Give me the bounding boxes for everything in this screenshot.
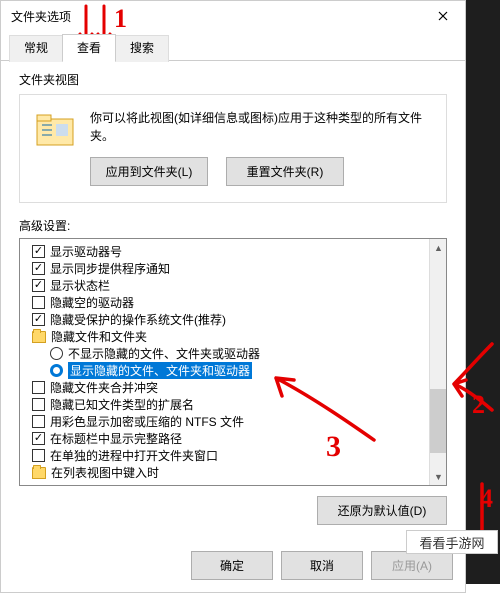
- radio-icon: [50, 347, 63, 360]
- scroll-thumb[interactable]: [430, 389, 446, 453]
- opt-dont-show-hidden[interactable]: 不显示隐藏的文件、文件夹或驱动器: [26, 345, 429, 362]
- radio-icon: [50, 364, 63, 377]
- checkbox-icon: [32, 313, 45, 326]
- checkbox-icon: [32, 398, 45, 411]
- opt-show-status-bar[interactable]: 显示状态栏: [26, 277, 429, 294]
- cancel-button[interactable]: 取消: [281, 551, 363, 580]
- titlebar: 文件夹选项: [1, 1, 465, 31]
- folder-icon: [34, 109, 76, 151]
- checkbox-icon: [32, 245, 45, 258]
- checkbox-icon: [32, 296, 45, 309]
- opt-hide-empty-drives[interactable]: 隐藏空的驱动器: [26, 294, 429, 311]
- tab-view[interactable]: 查看: [62, 34, 116, 61]
- dialog-footer: 确定 取消 应用(A): [1, 543, 465, 592]
- checkbox-icon: [32, 381, 45, 394]
- opt-hide-protected-os-files[interactable]: 隐藏受保护的操作系统文件(推荐): [26, 311, 429, 328]
- restore-defaults-button[interactable]: 还原为默认值(D): [317, 496, 447, 525]
- opt-separate-process[interactable]: 在单独的进程中打开文件夹窗口: [26, 447, 429, 464]
- reset-folders-button[interactable]: 重置文件夹(R): [226, 157, 344, 186]
- opt-title-full-path[interactable]: 在标题栏中显示完整路径: [26, 430, 429, 447]
- checkbox-icon: [32, 449, 45, 462]
- advanced-settings-label: 高级设置:: [19, 217, 447, 234]
- opt-color-ntfs[interactable]: 用彩色显示加密或压缩的 NTFS 文件: [26, 413, 429, 430]
- checkbox-icon: [32, 279, 45, 292]
- tab-content: 文件夹视图 你可以将此视图(如详细信息或图标)应用于这种类型的所有文件夹。 应用…: [1, 61, 465, 543]
- close-icon: [438, 11, 448, 21]
- folder-options-dialog: 文件夹选项 常规 查看 搜索 文件夹视图 你可以将此视图(如详细信息或图标)应用…: [0, 0, 466, 593]
- watermark-label: 看看手游网: [406, 530, 498, 554]
- folder-group-icon: [32, 331, 46, 343]
- checkbox-icon: [32, 415, 45, 428]
- tab-general[interactable]: 常规: [9, 35, 63, 62]
- vertical-scrollbar[interactable]: ▲ ▼: [429, 239, 446, 485]
- checkbox-icon: [32, 432, 45, 445]
- settings-tree[interactable]: 显示驱动器号 显示同步提供程序通知 显示状态栏 隐藏空的驱动器 隐藏受保护的操作…: [20, 239, 429, 485]
- ok-button[interactable]: 确定: [191, 551, 273, 580]
- folder-views-desc: 你可以将此视图(如详细信息或图标)应用于这种类型的所有文件夹。: [90, 109, 432, 145]
- opt-show-drive-letters[interactable]: 显示驱动器号: [26, 243, 429, 260]
- folder-group-icon: [32, 467, 46, 479]
- tab-search[interactable]: 搜索: [115, 35, 169, 62]
- opt-hide-merge-conflict[interactable]: 隐藏文件夹合并冲突: [26, 379, 429, 396]
- opt-show-hidden[interactable]: 显示隐藏的文件、文件夹和驱动器: [26, 362, 429, 379]
- opt-hide-extensions[interactable]: 隐藏已知文件类型的扩展名: [26, 396, 429, 413]
- group-hidden-files[interactable]: 隐藏文件和文件夹: [26, 328, 429, 345]
- folder-views-box: 你可以将此视图(如详细信息或图标)应用于这种类型的所有文件夹。 应用到文件夹(L…: [19, 94, 447, 203]
- close-button[interactable]: [421, 1, 465, 31]
- opt-sync-provider-notify[interactable]: 显示同步提供程序通知: [26, 260, 429, 277]
- apply-to-folders-button[interactable]: 应用到文件夹(L): [90, 157, 208, 186]
- tab-strip: 常规 查看 搜索: [1, 33, 465, 61]
- scroll-up-icon[interactable]: ▲: [430, 239, 447, 256]
- dialog-title: 文件夹选项: [11, 8, 71, 25]
- advanced-settings-box: 显示驱动器号 显示同步提供程序通知 显示状态栏 隐藏空的驱动器 隐藏受保护的操作…: [19, 238, 447, 486]
- apply-button[interactable]: 应用(A): [371, 551, 453, 580]
- group-typing-in-list[interactable]: 在列表视图中键入时: [26, 464, 429, 481]
- folder-views-label: 文件夹视图: [19, 71, 447, 88]
- checkbox-icon: [32, 262, 45, 275]
- scroll-down-icon[interactable]: ▼: [430, 468, 447, 485]
